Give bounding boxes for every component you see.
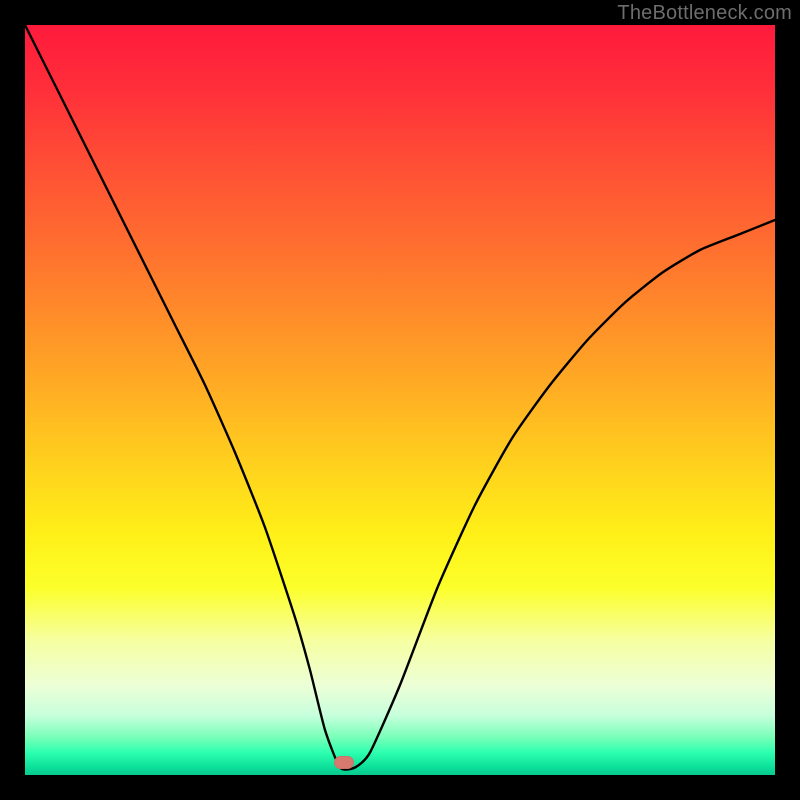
watermark-text: TheBottleneck.com [617, 2, 792, 25]
chart-frame: TheBottleneck.com [0, 0, 800, 800]
optimum-marker [334, 756, 354, 769]
plot-area [25, 25, 775, 775]
bottleneck-curve [25, 25, 775, 775]
